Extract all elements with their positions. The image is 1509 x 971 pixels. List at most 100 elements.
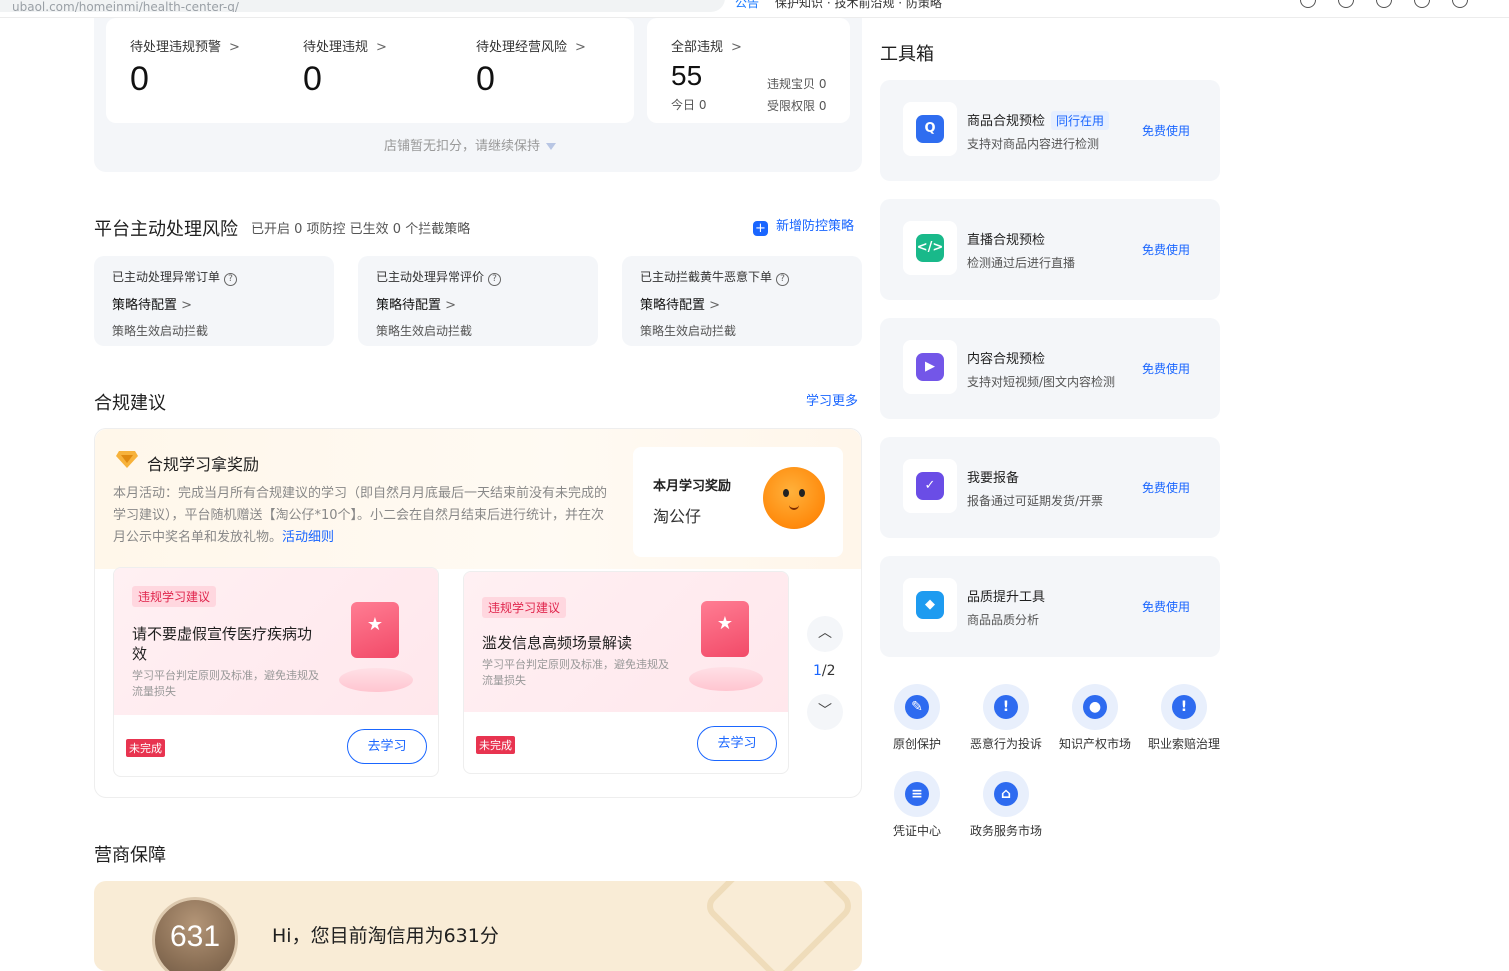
credit-card[interactable]: 631 Hi，您目前淘信用为631分 [94,881,862,971]
monthly-reward-label: 本月学习奖励 [653,479,732,494]
toolbox-title: 工具箱 [880,44,934,65]
pending-risk-value: 0 [476,60,495,98]
card-desc: 学习平台判定原则及标准，避免违规及流量损失 [132,669,319,698]
user-icon[interactable] [1452,0,1468,8]
pending-violation-value: 0 [303,60,322,98]
help-icon[interactable]: ? [776,273,790,286]
shortcut-label: 职业索赔治理 [1147,737,1220,751]
violation-item-count[interactable]: 违规宝贝 0 [767,75,826,92]
free-use-link[interactable]: 免费使用 [1142,479,1190,496]
decorative-shape [701,881,857,971]
shield-icon: Q [916,115,944,143]
card-tag: 违规学习建议 [132,586,217,607]
diamond-icon: ◆ [916,591,944,619]
shortcut-item[interactable]: ! 恶意行为投诉 [961,684,1051,752]
tool-name: 直播合规预检 [967,233,1046,248]
tool-name: 内容合规预检 [967,352,1046,367]
top-nav-active[interactable]: 公告 [735,0,759,10]
pending-warning-link[interactable]: 待处理违规预警 > [130,36,240,55]
tool-desc: 报备通过可延期发货/开票 [967,494,1104,508]
activity-rules-link[interactable]: 活动细则 [282,530,334,545]
prev-page-button[interactable]: ︿ [807,616,843,652]
reward-description: 本月活动：完成当月所有合规建议的学习（即自然月月底最后一天结束前没有未完成的学习… [113,486,608,545]
shortcut-item[interactable]: ● 知识产权市场 [1050,684,1140,752]
add-strategy-link[interactable]: + 新增防控策略 [753,215,854,236]
card-title: 滥发信息高频场景解读 [482,634,633,652]
tool-card[interactable]: Q 商品合规预检 同行在用 支持对商品内容进行检测 免费使用 [880,80,1220,181]
risk-card-orders[interactable]: 已主动处理异常订单? 策略待配置 > 策略生效启动拦截 [94,256,334,346]
message-icon[interactable] [1414,0,1430,8]
risk-card-reviews[interactable]: 已主动处理异常评价? 策略待配置 > 策略生效启动拦截 [358,256,598,346]
top-nav-rest[interactable]: 保护知识 · 技术前沿规 · 防策略 [775,0,942,10]
pager: 1/2 [813,663,836,679]
go-learn-button[interactable]: 去学习 [697,726,777,761]
status-badge: 未完成 [126,739,165,757]
tool-card[interactable]: ◆ 品质提升工具 商品品质分析 免费使用 [880,556,1220,657]
tool-tag: 同行在用 [1051,111,1110,130]
address-bar[interactable]: ubaol.com/homeinmi/health-center-q/ [0,0,725,12]
shortcut-label: 政务服务市场 [969,824,1042,838]
help-icon[interactable]: ? [488,273,502,286]
tool-card[interactable]: ▶ 内容合规预检 支持对短视频/图文内容检测 免费使用 [880,318,1220,419]
free-use-link[interactable]: 免费使用 [1142,360,1190,377]
shortcut-item[interactable]: ⌂ 政务服务市场 [961,771,1051,839]
risk-card-scalpers[interactable]: 已主动拦截黄牛恶意下单? 策略待配置 > 策略生效启动拦截 [622,256,862,346]
pending-warning-value: 0 [130,60,149,98]
tool-desc: 支持对商品内容进行检测 [967,137,1100,151]
shortcut-icon-bg: ≡ [894,771,940,817]
shortcut-item[interactable]: ≡ 凭证中心 [872,771,962,839]
credit-greeting: Hi，您目前淘信用为631分 [272,925,499,947]
monthly-reward-box: 本月学习奖励 淘公仔 [633,447,843,557]
pedestal-illustration [689,667,763,691]
tool-card[interactable]: ✓ 我要报备报备通过可延期发货/开票 免费使用 [880,437,1220,538]
shortcut-icon-bg: ⌂ [983,771,1029,817]
tool-icon-box: </> [903,221,957,275]
shortcut-label: 凭证中心 [892,824,941,838]
learning-card-2[interactable]: 违规学习建议 滥发信息高频场景解读 学习平台判定原则及标准，避免违规及流量损失 … [463,571,789,774]
mascot-image [763,467,825,529]
shortcut-label: 恶意行为投诉 [969,737,1042,751]
shortcut-item[interactable]: ! 职业索赔治理 [1139,684,1229,752]
monthly-reward-item: 淘公仔 [653,507,702,526]
today-count: 今日 0 [671,98,707,112]
help-icon[interactable]: ? [224,273,238,286]
video-icon: ▶ [916,353,944,381]
all-violation-link[interactable]: 全部违规 > [671,36,742,55]
plus-icon: + [753,221,768,236]
platform-risk-title: 平台主动处理风险 [94,219,238,240]
pending-risk-link[interactable]: 待处理经营风险 > [476,36,586,55]
reward-title: 合规学习拿奖励 [147,455,260,474]
free-use-link[interactable]: 免费使用 [1142,241,1190,258]
shortcut-label: 原创保护 [892,737,941,751]
free-use-link[interactable]: 免费使用 [1142,122,1190,139]
card-desc: 学习平台判定原则及标准，避免违规及流量损失 [482,658,669,687]
code-icon: </> [916,234,944,262]
top-icons [1300,0,1468,8]
shortcut-icon-bg: ✎ [894,684,940,730]
tool-icon-box: ✓ [903,459,957,513]
learn-more-link[interactable]: 学习更多 [806,390,858,409]
shortcut-icon-bg: ! [983,684,1029,730]
all-violation-value: 55 [671,60,703,91]
bank-icon: ⌂ [994,782,1018,806]
tool-name: 我要报备 [967,471,1020,486]
go-learn-button[interactable]: 去学习 [347,729,427,764]
no-deduction-hint[interactable]: 店铺暂无扣分，请继续保持 [384,135,557,154]
next-page-button[interactable]: ﹀ [807,694,843,730]
card-title: 请不要虚假宣传医疗疾病功效 [132,625,313,663]
learning-card-1[interactable]: 违规学习建议 请不要虚假宣传医疗疾病功效 学习平台判定原则及标准，避免违规及流量… [113,567,439,777]
bookmark-icon[interactable] [1376,0,1392,8]
diamond-icon [116,451,138,468]
pending-violation-link[interactable]: 待处理违规 > [303,36,387,55]
book-icon [701,601,749,657]
tool-name: 品质提升工具 [967,590,1046,605]
shortcut-item[interactable]: ✎ 原创保护 [872,684,962,752]
help-icon[interactable] [1300,0,1316,8]
tool-card[interactable]: </> 直播合规预检检测通过后进行直播 免费使用 [880,199,1220,300]
dropdown-triangle-icon [546,143,557,150]
free-use-link[interactable]: 免费使用 [1142,598,1190,615]
shortcut-icon-bg: ● [1072,684,1118,730]
restricted-count[interactable]: 受限权限 0 [767,97,826,114]
copy-icon[interactable] [1338,0,1354,8]
tool-desc: 检测通过后进行直播 [967,256,1076,270]
